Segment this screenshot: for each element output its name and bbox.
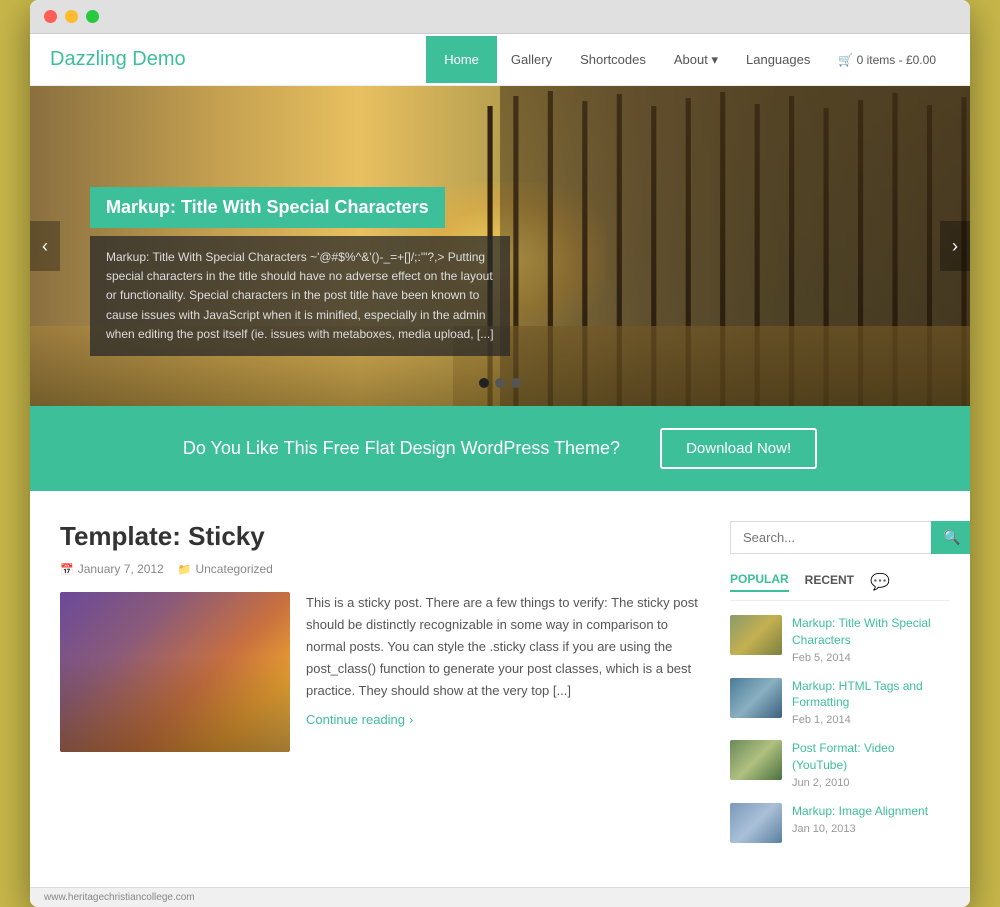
post-excerpt: This is a sticky post. There are a few t… xyxy=(306,592,700,702)
sidebar: 🔍 POPULAR RECENT 💬 Markup: Title With Sp… xyxy=(730,521,950,857)
list-item: Markup: Title With Special Characters Fe… xyxy=(730,615,950,664)
slider-dot-2[interactable] xyxy=(495,378,505,388)
nav-item-shortcodes[interactable]: Shortcodes xyxy=(566,36,660,83)
close-button[interactable] xyxy=(44,10,57,23)
sidebar-post-info-1: Markup: Title With Special Characters Fe… xyxy=(792,615,950,664)
sidebar-thumb-3 xyxy=(730,740,782,780)
slider-next-button[interactable]: › xyxy=(940,221,970,271)
calendar-icon xyxy=(60,562,74,576)
post-date: January 7, 2012 xyxy=(60,562,164,576)
url-bar: www.heritagechristiancollege.com xyxy=(30,887,970,907)
hero-slider: ‹ Markup: Title With Special Characters … xyxy=(30,86,970,406)
hero-overlay: Markup: Title With Special Characters Ma… xyxy=(90,187,510,356)
slider-prev-button[interactable]: ‹ xyxy=(30,221,60,271)
cta-text: Do You Like This Free Flat Design WordPr… xyxy=(183,438,620,459)
search-button[interactable]: 🔍 xyxy=(931,521,970,554)
nav-item-about[interactable]: About ▾ xyxy=(660,36,732,84)
hero-text-box: Markup: Title With Special Characters ~'… xyxy=(90,236,510,356)
sidebar-post-info-3: Post Format: Video (YouTube) Jun 2, 2010 xyxy=(792,740,950,789)
continue-reading-link[interactable]: Continue reading xyxy=(306,712,413,727)
nav-item-languages[interactable]: Languages xyxy=(732,36,824,83)
slider-dots xyxy=(479,378,521,388)
sidebar-post-date-1: Feb 5, 2014 xyxy=(792,652,950,664)
search-input[interactable] xyxy=(730,521,931,554)
minimize-button[interactable] xyxy=(65,10,78,23)
sidebar-post-title-4[interactable]: Markup: Image Alignment xyxy=(792,803,950,820)
sidebar-post-title-2[interactable]: Markup: HTML Tags and Formatting xyxy=(792,678,950,712)
post-thumbnail xyxy=(60,592,290,752)
chat-icon: 💬 xyxy=(870,572,890,592)
sidebar-post-info-2: Markup: HTML Tags and Formatting Feb 1, … xyxy=(792,678,950,727)
site-header: Dazzling Demo Home Gallery Shortcodes Ab… xyxy=(30,34,970,86)
sidebar-thumb-2 xyxy=(730,678,782,718)
posts-area: Template: Sticky January 7, 2012 Uncateg… xyxy=(60,521,700,857)
main-nav: Home Gallery Shortcodes About ▾ Language… xyxy=(426,36,950,84)
search-box: 🔍 xyxy=(730,521,950,554)
post-category: Uncategorized xyxy=(178,562,273,576)
folder-icon xyxy=(178,562,192,576)
post-body: This is a sticky post. There are a few t… xyxy=(60,592,700,752)
post-meta: January 7, 2012 Uncategorized xyxy=(60,562,700,576)
tab-recent[interactable]: RECENT xyxy=(805,573,854,591)
post-content: This is a sticky post. There are a few t… xyxy=(306,592,700,752)
hero-trees-svg xyxy=(453,86,970,406)
nav-item-cart[interactable]: 🛒 0 items - £0.00 xyxy=(824,37,950,83)
arrow-right-icon xyxy=(409,712,413,727)
list-item: Markup: HTML Tags and Formatting Feb 1, … xyxy=(730,678,950,727)
hero-text: Markup: Title With Special Characters ~'… xyxy=(106,248,494,344)
site-logo: Dazzling Demo xyxy=(50,48,186,71)
post-title: Template: Sticky xyxy=(60,521,700,552)
list-item: Post Format: Video (YouTube) Jun 2, 2010 xyxy=(730,740,950,789)
main-content: Template: Sticky January 7, 2012 Uncateg… xyxy=(30,491,970,887)
sidebar-post-date-4: Jan 10, 2013 xyxy=(792,823,950,835)
list-item: Markup: Image Alignment Jan 10, 2013 xyxy=(730,803,950,843)
nav-item-home[interactable]: Home xyxy=(426,36,497,83)
sidebar-tabs: POPULAR RECENT 💬 xyxy=(730,572,950,601)
sidebar-post-info-4: Markup: Image Alignment Jan 10, 2013 xyxy=(792,803,950,835)
cta-bar: Do You Like This Free Flat Design WordPr… xyxy=(30,406,970,491)
sidebar-post-date-2: Feb 1, 2014 xyxy=(792,714,950,726)
browser-window: Dazzling Demo Home Gallery Shortcodes Ab… xyxy=(30,0,970,907)
hero-title-box: Markup: Title With Special Characters xyxy=(90,187,445,228)
hero-title: Markup: Title With Special Characters xyxy=(106,197,429,218)
sidebar-thumb-1 xyxy=(730,615,782,655)
sidebar-thumb-4 xyxy=(730,803,782,843)
slider-dot-1[interactable] xyxy=(479,378,489,388)
sidebar-post-date-3: Jun 2, 2010 xyxy=(792,777,950,789)
browser-titlebar xyxy=(30,0,970,34)
maximize-button[interactable] xyxy=(86,10,99,23)
sidebar-post-title-1[interactable]: Markup: Title With Special Characters xyxy=(792,615,950,649)
nav-item-gallery[interactable]: Gallery xyxy=(497,36,566,83)
slider-dot-3[interactable] xyxy=(511,378,521,388)
browser-content: Dazzling Demo Home Gallery Shortcodes Ab… xyxy=(30,34,970,907)
sidebar-post-title-3[interactable]: Post Format: Video (YouTube) xyxy=(792,740,950,774)
search-icon: 🔍 xyxy=(943,529,960,545)
download-now-button[interactable]: Download Now! xyxy=(660,428,817,469)
tab-popular[interactable]: POPULAR xyxy=(730,572,789,592)
